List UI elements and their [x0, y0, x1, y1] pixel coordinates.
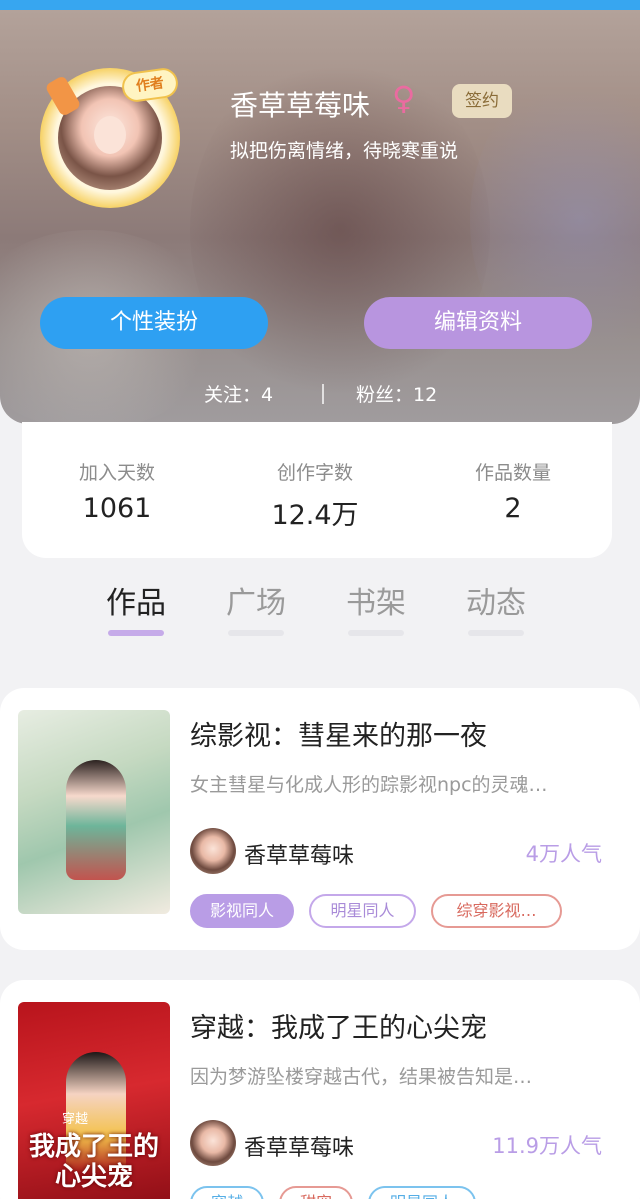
stat-value: 12.4万: [271, 500, 359, 531]
author-name: 香草草莓味: [244, 844, 355, 869]
popularity-count: 11.9万人气: [492, 1134, 602, 1158]
follow-stats: 关注：4 粉丝：12: [0, 380, 640, 410]
stat-label: 作品数量: [474, 462, 551, 484]
book-description: 女主彗星与化成人形的踪影视npc的灵魂…: [190, 774, 548, 796]
tab-active-indicator: [108, 630, 164, 636]
tab-label: 广场: [226, 586, 286, 621]
book-title[interactable]: 穿越：我成了王的心尖宠: [190, 1006, 487, 1045]
stat-join-days: 加入天数 1061: [22, 458, 212, 524]
fans-count[interactable]: 粉丝：12: [356, 380, 437, 407]
tag-chip[interactable]: 综穿影视…: [431, 894, 562, 928]
signed-badge: 签约: [452, 84, 512, 118]
following-count[interactable]: 关注：4: [204, 380, 273, 407]
user-bio: 拟把伤离情绪，待晓寒重说: [230, 140, 459, 162]
tab-label: 动态: [466, 586, 526, 621]
author-avatar: [190, 1120, 236, 1166]
username: 香草草莓味: [230, 89, 371, 122]
work-card[interactable]: 穿越 我成了王的心尖宠 穿越：我成了王的心尖宠 因为梦游坠楼穿越古代，结果被告知…: [0, 980, 640, 1199]
dress-up-button[interactable]: 个性装扮: [40, 297, 268, 349]
stat-label: 加入天数: [78, 462, 155, 484]
stat-label: 创作字数: [276, 462, 353, 484]
tab-works[interactable]: 作品: [91, 578, 181, 636]
tab-plaza[interactable]: 广场: [211, 578, 301, 636]
profile-header: 作者 香草草莓味 ♀ 签约 拟把伤离情绪，待晓寒重说 个性装扮 编辑资料 关注：…: [0, 10, 640, 424]
tag-chip[interactable]: 穿越: [190, 1186, 264, 1199]
tag-chip[interactable]: 甜宠: [279, 1186, 353, 1199]
cover-tag: 穿越: [62, 1112, 89, 1127]
edit-profile-button[interactable]: 编辑资料: [364, 297, 592, 349]
stat-value: 2: [504, 493, 522, 524]
stats-card: 加入天数 1061 创作字数 12.4万 作品数量 2: [22, 422, 612, 558]
stat-works-count: 作品数量 2: [418, 458, 608, 524]
tag-chip[interactable]: 明星同人: [309, 894, 416, 928]
avatar[interactable]: 作者: [40, 66, 180, 208]
author-badge: 作者: [120, 66, 180, 104]
book-cover[interactable]: 穿越 我成了王的心尖宠: [18, 1002, 170, 1199]
tag-chip[interactable]: 影视同人: [190, 894, 294, 928]
female-icon: ♀: [392, 79, 416, 117]
status-bar-strip: [0, 0, 640, 10]
tab-activity[interactable]: 动态: [451, 578, 541, 636]
divider: [322, 384, 324, 404]
tab-bookshelf[interactable]: 书架: [331, 578, 421, 636]
tab-label: 书架: [346, 586, 406, 621]
stat-value: 1061: [82, 493, 152, 524]
book-cover[interactable]: [18, 710, 170, 914]
tag-chip[interactable]: 明星同人: [368, 1186, 476, 1199]
cover-title: 我成了王的心尖宠: [28, 1132, 159, 1192]
book-title[interactable]: 综影视：彗星来的那一夜: [190, 714, 487, 753]
author-name: 香草草莓味: [244, 1136, 355, 1161]
stat-word-count: 创作字数 12.4万: [220, 458, 410, 532]
author-avatar: [190, 828, 236, 874]
popularity-count: 4万人气: [525, 842, 602, 866]
work-card[interactable]: 综影视：彗星来的那一夜 女主彗星与化成人形的踪影视npc的灵魂… 香草草莓味 4…: [0, 688, 640, 950]
tab-label: 作品: [106, 586, 166, 621]
content-tabs: 作品 广场 书架 动态: [0, 578, 640, 638]
book-description: 因为梦游坠楼穿越古代，结果被告知是…: [190, 1066, 533, 1088]
